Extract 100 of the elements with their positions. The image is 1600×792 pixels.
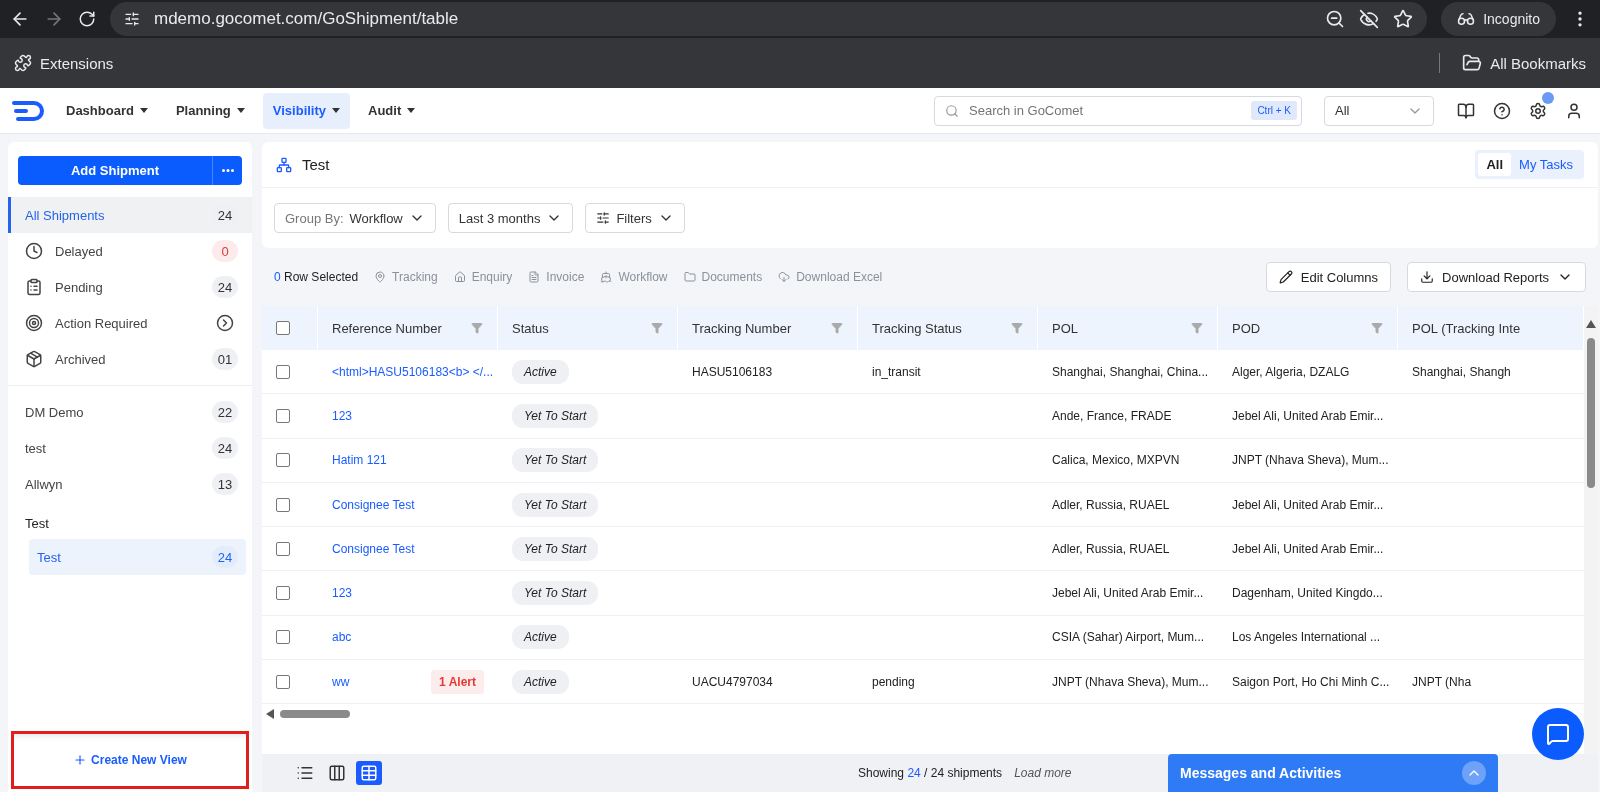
caret-icon [332, 107, 341, 114]
status-badge: Yet To Start [512, 448, 599, 473]
view-item[interactable]: test 24 [8, 430, 252, 466]
selection-count: 0 Row Selected [274, 270, 359, 284]
reference-link[interactable]: Consignee Test [332, 541, 415, 556]
sidebar-icon [25, 278, 43, 296]
table-cell: HASU5106183 [692, 364, 773, 379]
folder-icon [683, 271, 696, 283]
sidebar-item[interactable]: All Shipments 24 [8, 197, 252, 233]
sidebar-icon [25, 314, 43, 332]
count-badge: 22 [212, 401, 238, 423]
book-icon[interactable] [1457, 101, 1475, 120]
load-more-link[interactable]: Load more [1014, 766, 1072, 780]
reference-link[interactable]: ww [332, 674, 350, 689]
scope-tab[interactable]: My Tasks [1511, 153, 1581, 176]
status-badge: Active [512, 669, 569, 694]
download-reports-button[interactable]: Download Reports [1407, 262, 1586, 292]
reference-link[interactable]: 123 [332, 408, 353, 423]
extensions-icon[interactable] [14, 54, 32, 72]
scrollbar-thumb[interactable] [280, 710, 350, 719]
checkbox[interactable] [276, 497, 290, 512]
filter-dropdown[interactable]: Last 3 months [447, 203, 574, 233]
create-view-button[interactable]: Create New View [11, 731, 249, 789]
site-settings-icon[interactable] [124, 11, 140, 27]
nav-tab[interactable]: Audit [358, 92, 426, 129]
view-item[interactable]: Test 24 [29, 539, 246, 575]
help-icon[interactable] [1493, 101, 1511, 120]
zoom-out-icon[interactable] [1325, 9, 1346, 29]
count-badge: 24 [212, 437, 238, 459]
table-cell: Dagenham, United Kingdo... [1232, 586, 1383, 601]
table-cell: Shanghai, Shangh [1412, 364, 1511, 379]
user-icon[interactable] [1565, 101, 1583, 120]
sidebar-item[interactable]: Pending 24 [8, 269, 252, 305]
folder-icon[interactable] [1462, 53, 1483, 73]
table-cell: Jebel Ali, United Arab Emir... [1232, 497, 1384, 512]
table-cell: JNPT (Nhava Sheva), Mum... [1052, 674, 1209, 689]
table-cell: Adler, Russia, RUAEL [1052, 497, 1170, 512]
filter-dropdown[interactable]: Group By: Workflow [274, 203, 436, 233]
checkbox[interactable] [276, 364, 290, 379]
group-label: Test [24, 515, 50, 533]
status-badge: Yet To Start [512, 581, 599, 606]
search-icon [945, 103, 959, 118]
table-cell: in_transit [872, 364, 921, 379]
more-button[interactable] [212, 156, 242, 185]
reference-link[interactable]: <html>HASU5106183<b> </... [332, 364, 494, 379]
nav-tab[interactable]: Planning [165, 92, 255, 129]
chat-icon [1546, 722, 1570, 746]
reference-link[interactable]: 123 [332, 586, 353, 601]
caret-icon [139, 107, 148, 114]
alert-badge: 1 Alert [431, 669, 484, 694]
table-cell: Shanghai, Shanghai, China... [1052, 364, 1209, 379]
checkbox[interactable] [276, 541, 290, 556]
address-bar[interactable]: mdemo.gocomet.com/GoShipment/table [110, 2, 1428, 36]
nav-tab[interactable]: Dashboard [56, 92, 158, 129]
scroll-up-icon[interactable] [1586, 320, 1596, 328]
reference-link[interactable]: Consignee Test [332, 497, 415, 512]
document-icon [528, 271, 541, 283]
table-cell: Jebel Ali, United Arab Emir... [1232, 541, 1384, 556]
settings-icon[interactable] [1529, 101, 1547, 120]
eye-off-icon[interactable] [1359, 9, 1380, 29]
search-field[interactable]: Search in GoComet Ctrl + K [934, 95, 1302, 126]
shortcut-hint: Ctrl + K [1251, 101, 1297, 120]
status-badge: Yet To Start [512, 536, 599, 561]
extensions-link[interactable]: Extensions [40, 54, 114, 72]
status-badge: Active [512, 359, 569, 384]
checkbox[interactable] [276, 321, 290, 335]
nav-tab[interactable]: Visibility [262, 92, 351, 129]
checkbox[interactable] [276, 586, 290, 601]
view-item[interactable]: DM Demo 22 [8, 394, 252, 430]
more-icon [221, 169, 234, 172]
bookmarks-link[interactable]: All Bookmarks [1490, 54, 1586, 72]
star-icon[interactable] [1393, 9, 1414, 29]
sidebar-item[interactable]: Action Required [8, 305, 252, 341]
checkbox[interactable] [276, 408, 290, 423]
url-text: mdemo.gocomet.com/GoShipment/table [154, 9, 459, 29]
column-header: POD [1232, 320, 1261, 336]
count-badge: 24 [212, 276, 238, 298]
checkbox[interactable] [276, 453, 290, 468]
scroll-left-icon[interactable] [266, 709, 274, 720]
reload-icon[interactable] [78, 10, 96, 28]
table-view-button[interactable] [356, 761, 382, 785]
collapse-button[interactable] [1462, 761, 1486, 785]
edit-columns-button[interactable]: Edit Columns [1265, 262, 1392, 292]
messages-panel[interactable]: Messages and Activities [1168, 754, 1498, 792]
sidebar-item[interactable]: Delayed 0 [8, 233, 252, 269]
table-cell: Jebel Ali, United Arab Emir... [1052, 586, 1204, 601]
scope-select[interactable]: All [1324, 95, 1434, 126]
reference-link[interactable]: Hatim 121 [332, 453, 387, 468]
profile-button[interactable]: Incognito [1441, 2, 1556, 36]
sidebar-item[interactable]: Archived 01 [8, 341, 252, 377]
count-badge: 24 [212, 546, 238, 568]
checkbox[interactable] [276, 630, 290, 645]
add-shipment-button[interactable]: Add Shipment [18, 156, 212, 185]
view-item[interactable]: Allwyn 13 [8, 466, 252, 502]
scrollbar-thumb[interactable] [1587, 338, 1595, 488]
plus-icon [73, 753, 88, 767]
scope-tab[interactable]: All [1478, 153, 1512, 176]
checkbox[interactable] [276, 674, 290, 689]
filter-dropdown[interactable]: Filters [585, 203, 685, 233]
reference-link[interactable]: abc [332, 630, 352, 645]
